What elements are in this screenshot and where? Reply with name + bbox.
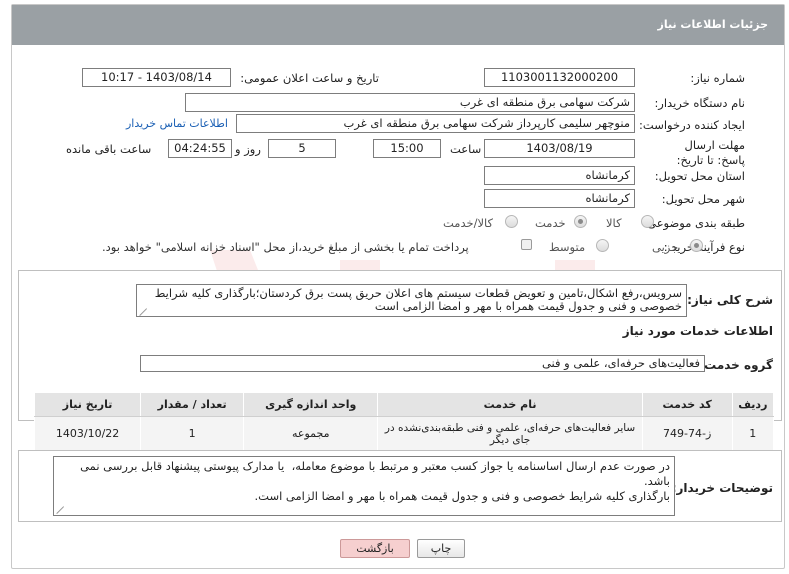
city-field: کرمانشاه [484,189,635,208]
print-button[interactable]: چاپ [417,539,465,558]
buyer-contact-link[interactable]: اطلاعات تماس خریدار [126,117,228,130]
process-option-medium: متوسط [549,240,586,254]
announce-datetime-label: تاریخ و ساعت اعلان عمومی: [240,71,379,85]
services-table: ردیف کد خدمت نام خدمت واحد اندازه گیری ت… [33,392,775,451]
buyer-org-label: نام دستگاه خریدار: [654,96,745,110]
notes-resize-handle-icon[interactable] [57,505,66,514]
category-radio-goods-service[interactable] [505,215,518,228]
province-label: استان محل تحویل: [654,169,745,183]
resize-handle-icon[interactable] [140,307,149,316]
category-radio-goods[interactable] [641,215,654,228]
treasury-payment-note: پرداخت تمام یا بخشی از مبلغ خرید،از محل … [102,240,469,254]
deadline-label: مهلت ارسال پاسخ: تا تاریخ: [676,138,745,167]
service-group-label: گروه خدمت: [699,358,773,372]
col-header-service-code: کد خدمت [641,392,733,417]
announce-datetime-field: 1403/08/14 - 10:17 [82,68,231,87]
remaining-time-label: ساعت باقی مانده [66,142,152,156]
need-number-label: شماره نیاز: [690,71,745,85]
table-header-row: ردیف کد خدمت نام خدمت واحد اندازه گیری ت… [33,392,775,417]
header-bar: جزئیات اطلاعات نیاز [12,5,784,45]
cell-need-date: 1403/10/22 [33,416,142,451]
buyer-notes-field: در صورت عدم ارسال اساسنامه یا جواز کسب م… [53,456,675,516]
category-option-service: خدمت [535,216,566,230]
cell-service-code: ز-74-749 [641,416,733,451]
services-title: اطلاعات خدمات مورد نیاز [622,324,773,338]
service-group-field: فعالیت‌های حرفه‌ای، علمی و فنی [140,355,705,372]
cell-row-number: 1 [731,416,775,451]
table-row: 1 ز-74-749 سایر فعالیت‌های حرفه‌ای، علمی… [33,416,775,451]
process-radio-minor[interactable] [690,239,703,252]
col-header-service-name: نام خدمت [377,392,643,417]
col-header-quantity: تعداد / مقدار [140,392,245,417]
province-field: کرمانشاه [484,166,635,185]
category-option-goods: کالا [606,216,622,230]
category-radio-service[interactable] [574,215,587,228]
cell-service-name: سایر فعالیت‌های حرفه‌ای، علمی و فنی طبقه… [377,416,643,451]
need-number-field: 1103001132000200 [484,68,635,87]
cell-unit: مجموعه [243,416,379,451]
page-title: جزئیات اطلاعات نیاز [657,18,769,31]
treasury-payment-checkbox[interactable] [521,239,532,250]
process-radio-medium[interactable] [596,239,609,252]
category-label: طبقه بندی موضوعی: [643,216,745,230]
description-label: شرح کلی نیاز: [687,293,773,307]
category-option-goods-service: کالا/خدمت [443,216,494,230]
process-option-minor: جزیی [652,240,679,254]
city-label: شهر محل تحویل: [661,192,745,206]
deadline-time-field: 15:00 [373,139,441,158]
deadline-date-field: 1403/08/19 [484,139,635,158]
col-header-need-date: تاریخ نیاز [33,392,142,417]
buyer-notes-label: توضیحات خریدار: [671,481,773,495]
deadline-time-label: ساعت [450,142,482,156]
days-label: روز و [235,142,261,156]
remaining-time-field: 04:24:55 [168,139,232,158]
description-field: سرویس،رفع اشکال،تامین و تعویض قطعات سیست… [136,284,687,317]
remaining-days-field: 5 [268,139,336,158]
cell-quantity: 1 [140,416,245,451]
back-button[interactable]: بازگشت [340,539,410,558]
buyer-org-field: شرکت سهامی برق منطقه ای غرب [185,93,635,112]
requester-field: منوچهر سلیمی کارپرداز شرکت سهامی برق منط… [236,114,635,133]
col-header-row-number: ردیف [731,392,775,417]
col-header-unit: واحد اندازه گیری [243,392,379,417]
requester-label: ایجاد کننده درخواست: [639,118,745,132]
